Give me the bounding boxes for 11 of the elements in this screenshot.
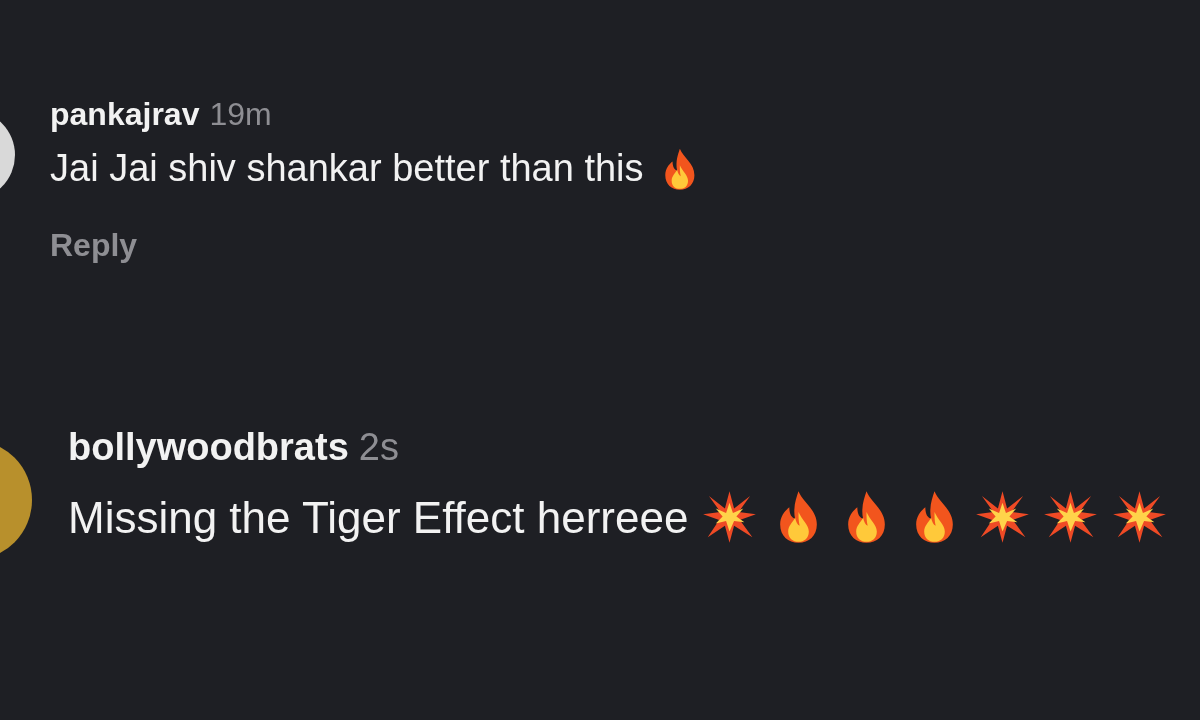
collision-icon bbox=[1111, 489, 1167, 544]
collision-icon bbox=[1043, 489, 1099, 544]
username[interactable]: bollywoodbrats bbox=[68, 426, 349, 469]
comment-time: 19m bbox=[209, 96, 272, 133]
username[interactable]: pankajrav bbox=[50, 96, 200, 133]
collision-icon bbox=[702, 489, 758, 544]
comment-time: 2s bbox=[358, 426, 399, 469]
collision-icon bbox=[975, 489, 1031, 544]
comment-text: Jai Jai shiv shankar better than this bbox=[50, 147, 644, 190]
comment-text: Missing the Tiger Effect herreee bbox=[68, 493, 689, 542]
reply-link[interactable]: Reply bbox=[50, 226, 736, 264]
